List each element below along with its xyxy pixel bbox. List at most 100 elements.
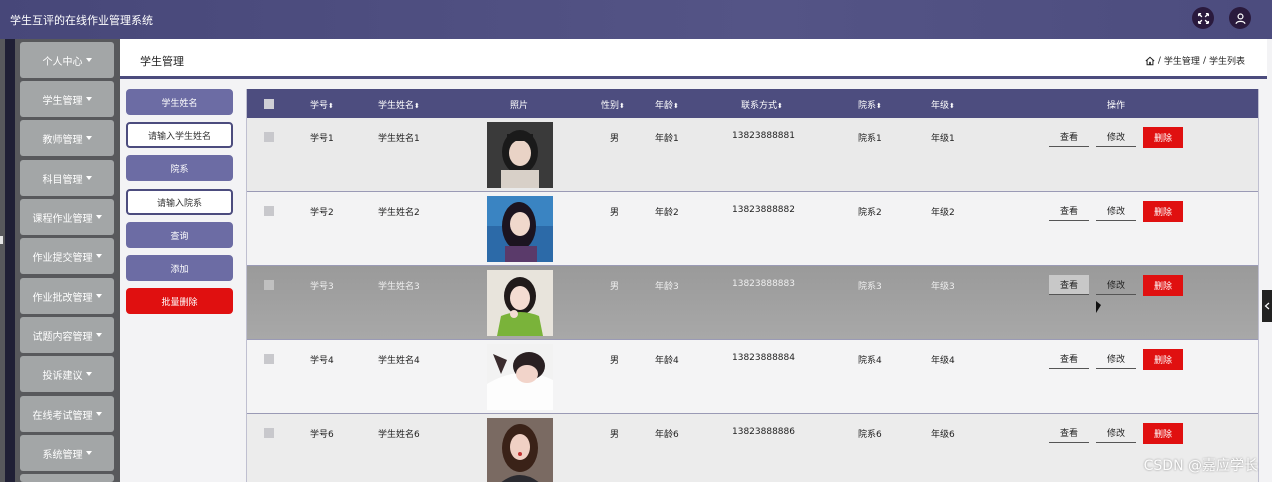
chevron-down-icon [85,372,92,376]
student-name-label: 学生姓名 [126,89,233,115]
sidebar-item-complaints[interactable]: 投诉建议 [20,356,114,392]
chevron-down-icon [95,215,102,219]
fullscreen-icon[interactable] [1192,7,1214,29]
query-button[interactable]: 查询 [126,222,233,248]
chevron-down-icon [85,97,92,101]
sidebar-item-personal-center[interactable]: 个人中心 [20,42,114,78]
sidebar-item-student-management[interactable]: 学生管理 [20,81,114,117]
view-button[interactable]: 查看 [1049,349,1089,369]
header-bar [120,39,1267,79]
sidebar-item-homework-grading[interactable]: 作业批改管理 [20,278,114,314]
col-gender[interactable]: 性别⬍ [601,98,625,111]
sidebar-rail [5,39,15,482]
col-dept[interactable]: 院系⬍ [858,98,882,111]
edit-button[interactable]: 修改 [1096,275,1136,295]
table-row[interactable]: 学号3 学生姓名3 男 年龄3 13823888883 院系3 年级3 查看 修… [247,266,1258,340]
sidebar-item-homework-submission[interactable]: 作业提交管理 [20,238,114,274]
dept-input[interactable]: 请输入院系 [126,189,233,215]
collapse-handle[interactable] [1262,290,1272,322]
sidebar-item-system-management[interactable]: 系统管理 [20,435,114,471]
cell-id: 学号4 [310,356,334,366]
row-checkbox[interactable] [264,206,274,216]
sidebar-item-question-content[interactable]: 试题内容管理 [20,317,114,353]
col-name[interactable]: 学生姓名⬍ [378,98,420,111]
cell-dept: 院系1 [858,134,882,144]
edit-button[interactable]: 修改 [1096,349,1136,369]
student-photo [487,344,553,410]
cell-age: 年龄4 [655,356,679,366]
chevron-left-icon [1264,302,1270,310]
edit-button[interactable]: 修改 [1096,127,1136,147]
page-title: 学生管理 [140,55,184,68]
table-row[interactable]: 学号4 学生姓名4 男 年龄4 13823888884 院系4 年级4 查看 修… [247,340,1258,414]
cell-gender: 男 [610,430,620,440]
row-checkbox[interactable] [264,280,274,290]
chevron-down-icon [95,412,102,416]
chevron-down-icon [95,333,102,337]
table-header: 学号⬍ 学生姓名⬍ 照片 性别⬍ 年龄⬍ 联系方式⬍ 院系⬍ 年级⬍ 操作 [247,89,1258,118]
cell-contact: 13823888881 [732,131,795,141]
row-checkbox[interactable] [264,132,274,142]
sidebar-item-online-exam[interactable]: 在线考试管理 [20,396,114,432]
student-photo [487,418,553,482]
batch-delete-button[interactable]: 批量删除 [126,288,233,314]
cell-name: 学生姓名6 [378,430,420,440]
view-button[interactable]: 查看 [1049,275,1089,295]
cell-grade: 年级3 [931,282,955,292]
row-checkbox[interactable] [264,428,274,438]
edit-button[interactable]: 修改 [1096,201,1136,221]
cell-dept: 院系4 [858,356,882,366]
table-row[interactable]: 学号1 学生姓名1 男 年龄1 13823888881 院系1 年级1 查看 修… [247,118,1258,192]
edit-button[interactable]: 修改 [1096,423,1136,443]
table-row[interactable]: 学号2 学生姓名2 男 年龄2 13823888882 院系2 年级2 查看 修… [247,192,1258,266]
sort-icon: ⬍ [328,102,334,110]
cell-id: 学号3 [310,282,334,292]
chevron-down-icon [95,294,102,298]
col-id[interactable]: 学号⬍ [310,98,334,111]
delete-button[interactable]: 删除 [1143,275,1183,296]
delete-button[interactable]: 删除 [1143,423,1183,444]
sort-icon: ⬍ [876,102,882,110]
chevron-down-icon [85,451,92,455]
cell-age: 年龄2 [655,208,679,218]
delete-button[interactable]: 删除 [1143,349,1183,370]
view-button[interactable]: 查看 [1049,127,1089,147]
sidebar-item-subject-management[interactable]: 科目管理 [20,160,114,196]
cell-id: 学号1 [310,134,334,144]
col-contact[interactable]: 联系方式⬍ [741,98,783,111]
cell-gender: 男 [610,208,620,218]
sort-icon: ⬍ [619,102,625,110]
cell-id: 学号6 [310,430,334,440]
chevron-down-icon [85,136,92,140]
home-icon[interactable] [1145,56,1155,66]
table-row[interactable]: 学号6 学生姓名6 男 年龄6 13823888886 院系6 年级6 查看 修… [247,414,1258,482]
breadcrumb-student-management[interactable]: 学生管理 [1164,54,1200,67]
col-photo: 照片 [510,101,529,111]
cell-age: 年龄6 [655,430,679,440]
cell-grade: 年级4 [931,356,955,366]
cell-dept: 院系3 [858,282,882,292]
student-photo [487,122,553,188]
sidebar-item-teacher-management[interactable]: 教师管理 [20,120,114,156]
col-grade[interactable]: 年级⬍ [931,98,955,111]
view-button[interactable]: 查看 [1049,201,1089,221]
add-button[interactable]: 添加 [126,255,233,281]
delete-button[interactable]: 删除 [1143,127,1183,148]
col-age[interactable]: 年龄⬍ [655,98,679,111]
chevron-down-icon [85,176,92,180]
cell-name: 学生姓名1 [378,134,420,144]
delete-button[interactable]: 删除 [1143,201,1183,222]
row-checkbox[interactable] [264,354,274,364]
cell-contact: 13823888886 [732,427,795,437]
student-name-input[interactable]: 请输入学生姓名 [126,122,233,148]
chevron-down-icon [85,58,92,62]
view-button[interactable]: 查看 [1049,423,1089,443]
user-icon[interactable] [1229,7,1251,29]
app-title: 学生互评的在线作业管理系统 [10,14,153,27]
student-photo [487,270,553,336]
select-all-checkbox[interactable] [264,99,274,109]
sidebar-item-course-homework[interactable]: 课程作业管理 [20,199,114,235]
mouse-cursor [1096,301,1101,313]
watermark: CSDN @嘉应学长 [1143,458,1258,474]
breadcrumb: / 学生管理 / 学生列表 [1145,54,1245,67]
